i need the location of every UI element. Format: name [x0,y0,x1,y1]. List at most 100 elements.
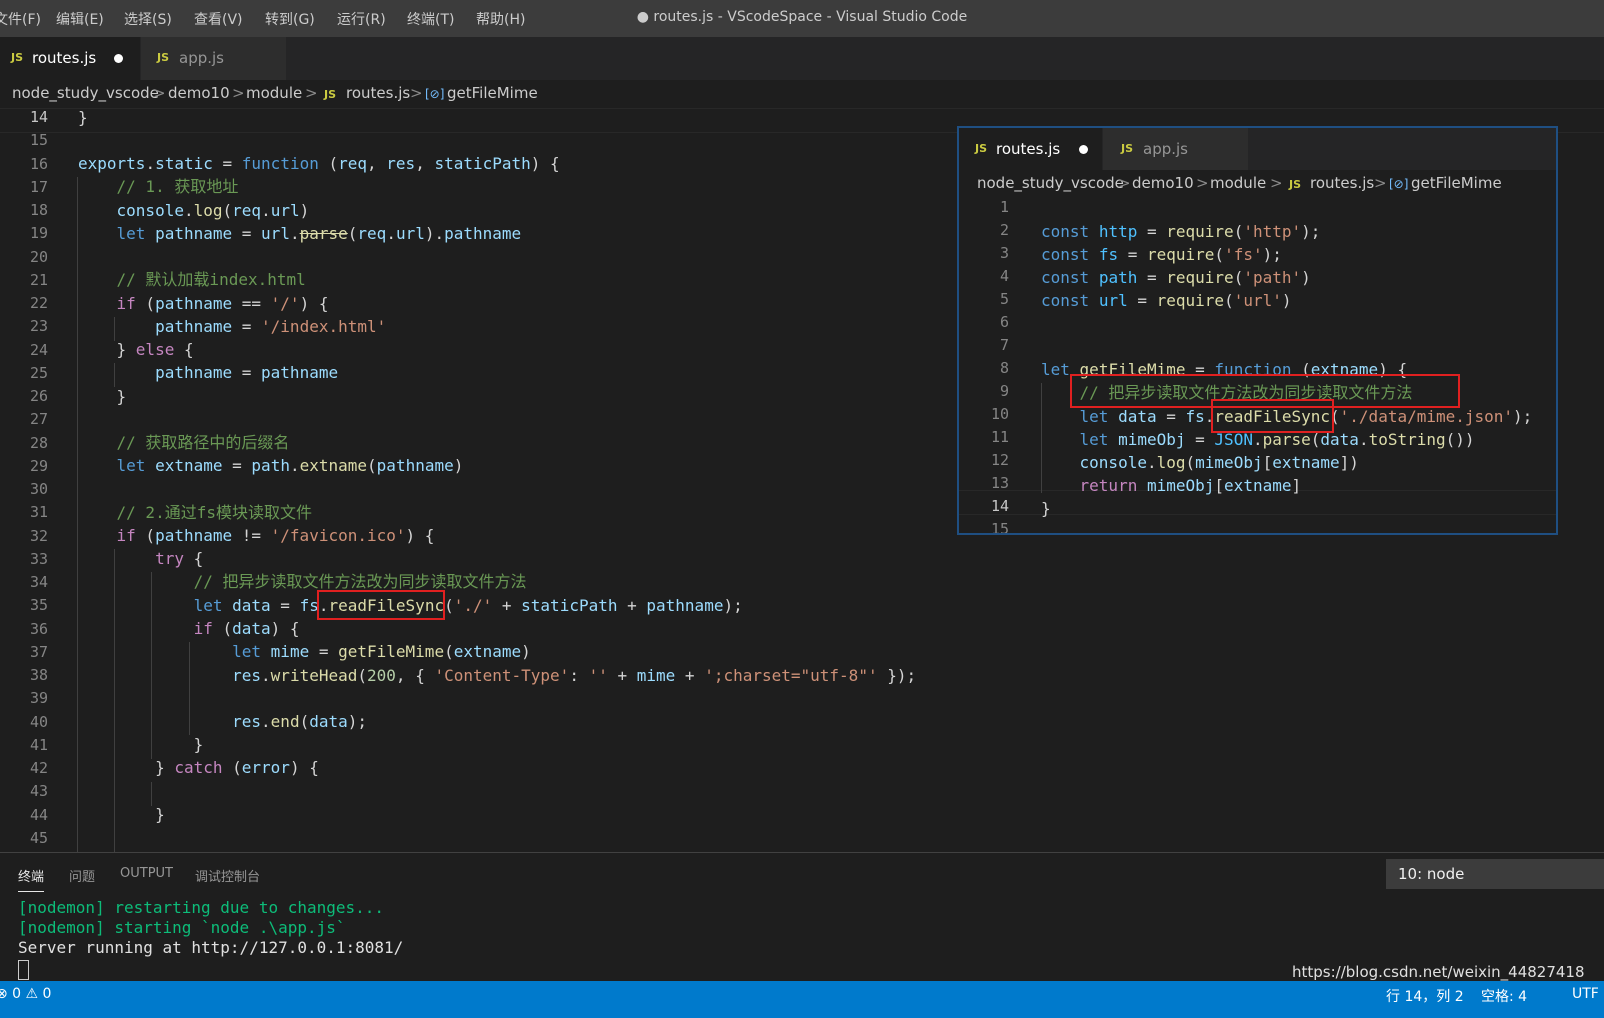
breadcrumb-item[interactable]: node_study_vscode [12,84,159,102]
panel-tab-problems[interactable]: 问题 [69,866,95,885]
line-number: 9 [999,382,1009,400]
line-number: 37 [29,642,48,661]
line-number: 14 [990,497,1009,515]
code-line: } else { [78,340,194,359]
encoding[interactable]: UTF [1572,986,1599,1002]
js-file-icon: JS [11,51,24,64]
line-number: 17 [29,177,48,196]
code-line: exports.static = function (req, res, sta… [78,154,560,173]
line-number: 24 [29,340,48,359]
line-number: 32 [29,526,48,545]
line-number: 40 [29,712,48,731]
line-number: 5 [999,290,1009,308]
line-number: 31 [29,503,48,522]
code-line: // 获取路径中的后缀名 [116,433,290,452]
tab-app-js[interactable]: JS app.js [141,37,286,80]
line-number: 42 [29,759,48,777]
code-line: const url = require('url') [1041,291,1292,310]
panel-tab-output[interactable]: OUTPUT [120,866,173,881]
breadcrumb-item[interactable]: demo10 [168,84,230,102]
terminal-line: [nodemon] restarting due to changes... [18,898,385,917]
line-number: 11 [990,428,1009,446]
line-number: 14 [29,108,48,126]
terminal-cursor [18,960,29,980]
terminal-line: [nodemon] starting `node .\app.js` [18,918,346,937]
line-number: 22 [29,294,48,312]
code-line: } [78,108,88,127]
terminal-select-value: 10: node [1398,865,1465,883]
line-number: 30 [29,480,48,498]
breadcrumb-separator: > [1270,174,1283,192]
breadcrumb-item: getFileMime [1411,174,1502,192]
breadcrumb-separator: > [305,84,318,102]
code-line: } [78,735,204,754]
line-number: 8 [999,359,1009,377]
cursor-position[interactable]: 行 14，列 2 [1386,986,1464,1006]
indentation[interactable]: 空格: 4 [1481,986,1527,1006]
tab-label: routes.js [996,140,1061,158]
code-line: let extname = path.extname(pathname) [116,456,464,475]
code-line: res.end(data); [232,712,368,731]
breadcrumb-separator: > [410,84,423,102]
tab-label: app.js [179,49,224,67]
breadcrumb-item: node_study_vscode [977,174,1124,192]
line-number: 39 [29,689,48,708]
line-number: 4 [999,267,1009,285]
breadcrumb-item[interactable]: module [246,84,302,102]
code-line: // 2.通过fs模块读取文件 [116,503,312,522]
line-number: 15 [29,131,48,150]
tab-label: app.js [1143,140,1188,158]
line-number: 21 [29,270,48,289]
code-line: if (pathname == '/') { [116,294,329,313]
overlay-tab-routes-js: JS routes.js [959,128,1102,170]
title-bar: 文件(F) 编辑(E) 选择(S) 查看(V) 转到(G) 运行(R) 终端(T… [0,0,1604,37]
unsaved-dot-icon [1079,145,1088,154]
line-number: 20 [29,247,48,266]
js-file-icon: JS [1121,142,1134,155]
breadcrumb-separator: > [1374,174,1387,192]
js-file-icon: JS [324,88,337,101]
line-number: 38 [29,666,48,684]
line-number: 23 [29,317,48,336]
breadcrumb: node_study_vscode > demo10 > module > JS… [0,80,1604,108]
line-number: 7 [999,336,1009,354]
line-number: 12 [990,451,1009,469]
line-number: 15 [990,520,1009,535]
line-number: 19 [29,224,48,243]
code-line: console.log(req.url) [116,201,310,220]
overlay-code: 1 2 3 4 5 6 7 8 9 10 11 12 13 14 15 const http = requi… [959,198,1556,533]
code-line: res.writeHead(200, { 'Content-Type': '' … [232,666,917,685]
panel-tab-terminal[interactable]: 终端 [18,866,45,892]
code-line: // 1. 获取地址 [116,177,239,196]
tab-label: routes.js [32,49,97,67]
unsaved-dot-icon[interactable] [114,54,123,63]
problems-count[interactable]: ⊗ 0 ⚠ 0 [0,986,51,1002]
line-number: 43 [29,782,48,801]
line-number: 35 [29,596,48,615]
terminal-select[interactable]: 10: node [1386,859,1604,889]
breadcrumb-item[interactable]: routes.js [346,84,410,102]
breadcrumb-separator: > [232,84,245,102]
watermark: https://blog.csdn.net/weixin_44827418 [1292,963,1585,981]
panel-tab-debug-console[interactable]: 调试控制台 [195,866,260,885]
code-line: } [78,387,127,406]
js-file-icon: JS [975,142,988,155]
line-number: 34 [29,573,48,591]
breadcrumb-item: module [1210,174,1267,192]
line-number: 45 [29,828,48,847]
code-line: console.log(mimeObj[extname]) [1079,453,1359,472]
breadcrumb-separator: > [1196,174,1209,192]
highlight-box [1211,399,1334,433]
breadcrumb-separator: > [1118,174,1131,192]
code-line: if (pathname != '/favicon.ico') { [116,526,435,545]
code-line: return mimeObj[extname] [1079,476,1302,495]
line-number: 25 [29,363,48,382]
code-line: // 把异步读取文件方法改为同步读取文件方法 [193,572,527,591]
line-number: 1 [999,198,1009,216]
terminal-line: Server running at http://127.0.0.1:8081/ [18,938,404,957]
breadcrumb-item[interactable]: getFileMime [447,84,538,102]
code-line: if (data) { [193,619,300,638]
window-title: ● routes.js - VScodeSpace - Visual Studi… [636,9,968,25]
tab-routes-js[interactable]: JS routes.js [0,37,140,80]
code-line: const path = require('path') [1041,268,1311,287]
